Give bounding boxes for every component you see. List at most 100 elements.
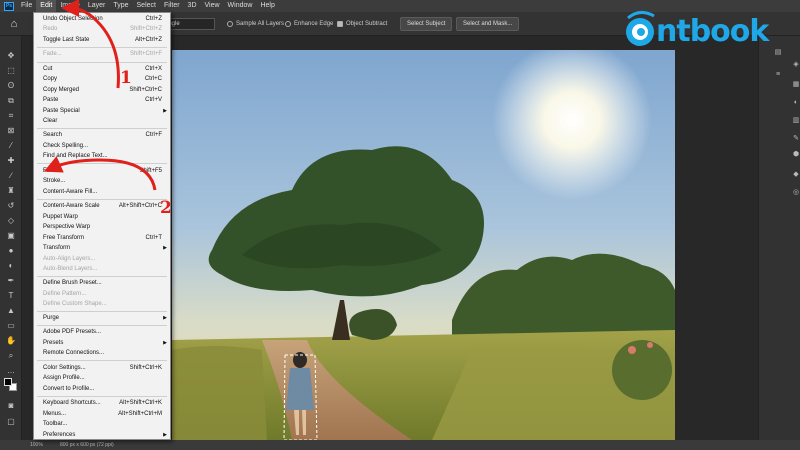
- quick-mask-icon[interactable]: ◙: [5, 400, 17, 411]
- marquee-tool-icon[interactable]: ⬚: [5, 65, 17, 76]
- menu-item-clear[interactable]: Clear: [34, 116, 170, 126]
- menu-edit[interactable]: Edit: [36, 0, 57, 12]
- clone-stamp-tool-icon[interactable]: ♜: [5, 185, 17, 196]
- menu-item-remote-connections[interactable]: Remote Connections...: [34, 348, 170, 358]
- type-tool-icon[interactable]: T: [5, 290, 17, 301]
- swatches-panel-icon[interactable]: ▦: [791, 80, 800, 89]
- menu-item-fill[interactable]: Fill... Shift+F5: [34, 166, 170, 176]
- history-brush-tool-icon[interactable]: ↺: [5, 200, 17, 211]
- menu-item-menus[interactable]: Menus... Alt+Shift+Ctrl+M: [34, 409, 170, 419]
- lasso-tool-icon[interactable]: ʘ: [5, 80, 17, 91]
- color-panel-icon[interactable]: ◈: [791, 60, 800, 69]
- channels-panel-icon[interactable]: ◎: [791, 188, 800, 197]
- menu-item-content-aware-scale[interactable]: Content-Aware Scale Alt+Shift+Ctrl+C: [34, 201, 170, 211]
- menu-item-label: Fill...: [43, 168, 56, 174]
- menu-item-label: Auto-Blend Layers...: [43, 266, 98, 272]
- menu-item-preferences[interactable]: Preferences ▶: [34, 430, 170, 440]
- right-panel-dock: ▤ ≡ ◈ ▦ ◐ ▥ ✎ ⬢ ◆ ◎: [758, 36, 800, 440]
- menu-item-cut[interactable]: Cut Ctrl+X: [34, 64, 170, 74]
- chevron-right-icon: ▶: [163, 108, 167, 114]
- sample-all-layers-checkbox[interactable]: Sample All Layers: [227, 19, 284, 29]
- menu-item-content-aware-fill[interactable]: Content-Aware Fill...: [34, 187, 170, 197]
- eyedropper-tool-icon[interactable]: ⁄: [5, 140, 17, 151]
- menu-item-assign-profile[interactable]: Assign Profile...: [34, 373, 170, 383]
- healing-brush-tool-icon[interactable]: ✚: [5, 155, 17, 166]
- home-icon[interactable]: ⌂: [6, 16, 22, 32]
- landscape-photo: [172, 50, 675, 440]
- menu-item-puppet-warp[interactable]: Puppet Warp: [34, 212, 170, 222]
- menu-item-toolbar[interactable]: Toolbar...: [34, 419, 170, 429]
- step-number-2: 2: [160, 198, 172, 218]
- eraser-tool-icon[interactable]: ◇: [5, 215, 17, 226]
- pen-tool-icon[interactable]: ✒: [5, 275, 17, 286]
- menu-item-check-spelling[interactable]: Check Spelling...: [34, 141, 170, 151]
- menu-item-pdf-presets[interactable]: Adobe PDF Presets...: [34, 327, 170, 337]
- object-subtract-checkbox[interactable]: Object Subtract: [337, 19, 387, 29]
- menu-item-undo[interactable]: Undo Object Selection Ctrl+Z: [34, 14, 170, 24]
- document-canvas[interactable]: [172, 50, 675, 440]
- crop-tool-icon[interactable]: ⌗: [5, 110, 17, 121]
- menu-item-shortcut: Ctrl+Z: [145, 16, 163, 22]
- menu-item-define-brush[interactable]: Define Brush Preset...: [34, 278, 170, 288]
- menu-item-stroke[interactable]: Stroke...: [34, 176, 170, 186]
- adjustments-panel-icon[interactable]: ◐: [791, 98, 800, 107]
- menu-layer[interactable]: Layer: [84, 0, 110, 12]
- menu-item-find-replace[interactable]: Find and Replace Text...: [34, 151, 170, 161]
- menu-item-purge[interactable]: Purge ▶: [34, 313, 170, 323]
- menu-separator: [37, 199, 167, 200]
- menu-item-convert-profile[interactable]: Convert to Profile...: [34, 384, 170, 394]
- path-selection-tool-icon[interactable]: ▲: [5, 305, 17, 316]
- menu-item-copy-merged[interactable]: Copy Merged Shift+Ctrl+C: [34, 85, 170, 95]
- menu-window[interactable]: Window: [224, 0, 257, 12]
- menu-view[interactable]: View: [201, 0, 224, 12]
- menu-separator: [37, 163, 167, 164]
- menu-item-presets[interactable]: Presets ▶: [34, 338, 170, 348]
- blur-tool-icon[interactable]: ●: [5, 245, 17, 256]
- menu-item-color-settings[interactable]: Color Settings... Shift+Ctrl+K: [34, 363, 170, 373]
- menu-file[interactable]: File: [17, 0, 36, 12]
- move-tool-icon[interactable]: ✥: [5, 50, 17, 61]
- menu-item-copy[interactable]: Copy Ctrl+C: [34, 74, 170, 84]
- enhance-edge-checkbox[interactable]: Enhance Edge: [285, 19, 333, 29]
- gradient-tool-icon[interactable]: ▣: [5, 230, 17, 241]
- menu-item-free-transform[interactable]: Free Transform Ctrl+T: [34, 233, 170, 243]
- hand-tool-icon[interactable]: ✋: [5, 335, 17, 346]
- libraries-panel-icon[interactable]: ▥: [791, 116, 800, 125]
- object-selection-tool-icon[interactable]: ⧉: [5, 95, 17, 106]
- more-tools-icon[interactable]: …: [5, 365, 17, 376]
- menu-help[interactable]: Help: [256, 0, 278, 12]
- brush-tool-icon[interactable]: ∕: [5, 170, 17, 181]
- edit-menu-dropdown: Undo Object Selection Ctrl+Z Redo Shift+Ct…: [33, 12, 171, 440]
- menu-3d[interactable]: 3D: [184, 0, 201, 12]
- menu-item-shortcut: Ctrl+V: [145, 97, 162, 103]
- menu-item-label: Find and Replace Text...: [43, 153, 108, 159]
- menu-item-search[interactable]: Search Ctrl+F: [34, 130, 170, 140]
- layers-panel-icon[interactable]: ◆: [791, 170, 800, 179]
- select-subject-button[interactable]: Select Subject: [400, 17, 453, 31]
- rectangle-tool-icon[interactable]: ▭: [5, 320, 17, 331]
- menu-item-keyboard-shortcuts[interactable]: Keyboard Shortcuts... Alt+Shift+Ctrl+K: [34, 398, 170, 408]
- menu-item-transform[interactable]: Transform ▶: [34, 243, 170, 253]
- foreground-color-swatch[interactable]: [4, 378, 12, 386]
- menu-item-define-pattern: Define Pattern...: [34, 289, 170, 299]
- paths-panel-icon[interactable]: ⬢: [791, 150, 800, 159]
- properties-panel-icon[interactable]: ≡: [773, 70, 783, 79]
- menu-filter[interactable]: Filter: [160, 0, 184, 12]
- photoshop-logo-icon: Ps: [4, 1, 14, 11]
- menu-item-perspective-warp[interactable]: Perspective Warp: [34, 222, 170, 232]
- screen-mode-icon[interactable]: ▢: [5, 416, 17, 427]
- menu-item-paste-special[interactable]: Paste Special ▶: [34, 106, 170, 116]
- dodge-tool-icon[interactable]: ◐: [5, 260, 17, 271]
- menu-item-redo: Redo Shift+Ctrl+Z: [34, 24, 170, 34]
- frame-tool-icon[interactable]: ⊠: [5, 125, 17, 136]
- brush-settings-panel-icon[interactable]: ✎: [791, 134, 800, 143]
- menu-select[interactable]: Select: [133, 0, 160, 12]
- menu-separator: [37, 128, 167, 129]
- menu-item-paste[interactable]: Paste Ctrl+V: [34, 95, 170, 105]
- zoom-level[interactable]: 100%: [30, 440, 43, 450]
- zoom-tool-icon[interactable]: ⌕: [5, 350, 17, 361]
- menu-item-toggle-last-state[interactable]: Toggle Last State Alt+Ctrl+Z: [34, 35, 170, 45]
- menu-type[interactable]: Type: [109, 0, 132, 12]
- menu-image[interactable]: Image: [56, 0, 83, 12]
- select-and-mask-button[interactable]: Select and Mask...: [456, 17, 520, 31]
